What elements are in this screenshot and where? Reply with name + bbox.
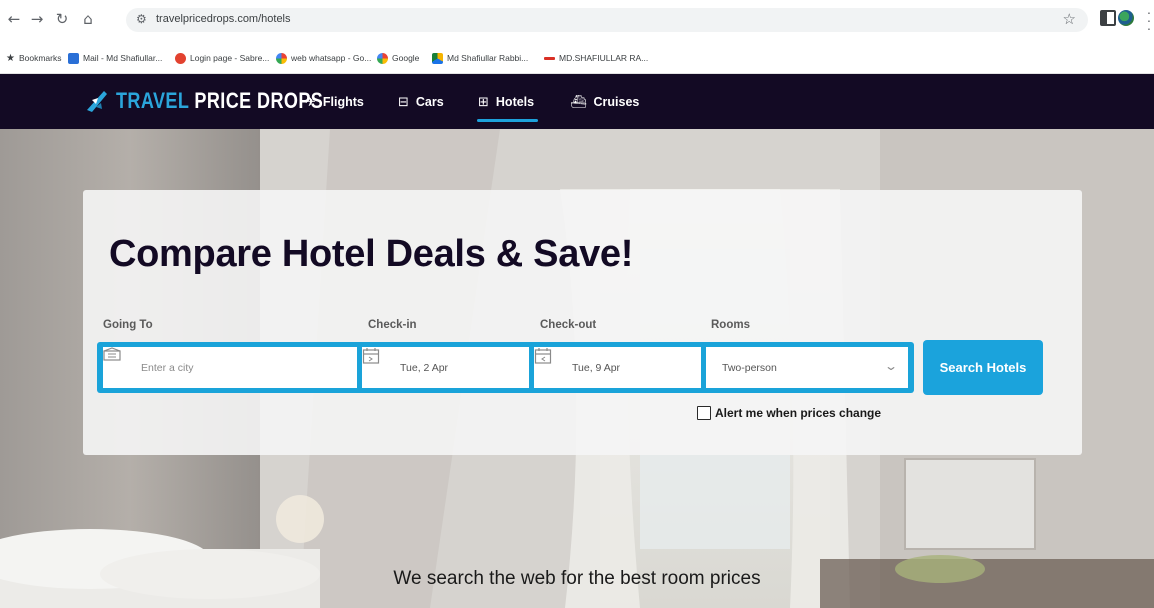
check-out-input[interactable]: Tue, 9 Apr — [534, 347, 701, 388]
check-out-value: Tue, 9 Apr — [572, 361, 621, 374]
check-out-label: Check-out — [540, 319, 597, 331]
chevron-down-icon: ⌄ — [883, 359, 899, 373]
bookmark-item[interactable]: Google — [377, 51, 419, 65]
bookmark-item[interactable]: Login page - Sabre... — [175, 51, 269, 65]
bookmark-item[interactable]: Mail - Md Shafiullar... — [68, 51, 162, 65]
logo-plane-icon — [87, 91, 107, 112]
check-in-label: Check-in — [368, 319, 417, 331]
price-alert-label: Alert me when prices change — [715, 406, 882, 420]
ship-icon: ⛴ — [570, 94, 587, 110]
calendar-icon — [534, 348, 564, 378]
search-panel: Compare Hotel Deals & Save! Going To Che… — [83, 190, 1082, 455]
site-navbar: TRAVEL PRICE DROPS ✈ Flights ⊟ Cars ⊞ Ho… — [0, 74, 1154, 129]
home-icon[interactable]: ⌂ — [78, 9, 98, 29]
car-icon: ⊟ — [398, 94, 409, 110]
rooms-value: Two-person — [722, 361, 777, 374]
bookmark-item[interactable]: MD.SHAFIULLAR RA... — [544, 51, 648, 65]
logo-wordmark: TRAVEL PRICE DROPS — [116, 88, 324, 113]
url-text[interactable]: travelpricedrops.com/hotels — [156, 13, 291, 25]
site-info-icon[interactable]: ⚙ — [136, 12, 147, 26]
nav-cars[interactable]: ⊟ Cars — [398, 91, 444, 113]
hotel-icon: ⊞ — [478, 94, 489, 110]
nav-flights[interactable]: ✈ Flights — [305, 91, 364, 113]
reload-icon[interactable]: ↻ — [52, 9, 72, 29]
check-in-value: Tue, 2 Apr — [400, 361, 449, 374]
profile-avatar-icon[interactable] — [1118, 10, 1134, 26]
city-building-icon — [103, 347, 133, 378]
back-arrow-icon[interactable]: ← — [4, 9, 24, 29]
google-icon — [377, 52, 388, 64]
mail-icon — [68, 52, 79, 64]
browser-toolbar: ← → ↻ ⌂ ⚙ travelpricedrops.com/hotels ☆ … — [0, 0, 1154, 40]
check-in-input[interactable]: Tue, 2 Apr — [362, 347, 529, 388]
price-alert-checkbox[interactable] — [697, 406, 711, 420]
address-bar[interactable]: ⚙ travelpricedrops.com/hotels ☆ — [126, 8, 1088, 32]
bookmark-item[interactable]: web whatsapp - Go... — [276, 51, 371, 65]
calendar-icon — [362, 348, 392, 378]
dash-icon — [544, 56, 555, 60]
page-title: Compare Hotel Deals & Save! — [109, 233, 634, 275]
rooms-select[interactable]: Two-person ⌄ — [706, 347, 908, 388]
sabre-icon — [175, 52, 186, 64]
active-tab-indicator — [477, 119, 538, 122]
search-hotels-button[interactable]: Search Hotels — [923, 340, 1043, 395]
drive-icon — [432, 52, 443, 64]
star-icon: ★ — [6, 52, 15, 64]
plane-icon: ✈ — [305, 94, 316, 110]
search-form: Enter a city Tue, 2 Apr Tue, 9 Apr Two-p… — [97, 342, 914, 393]
side-panel-icon[interactable] — [1100, 10, 1116, 26]
google-icon — [276, 52, 287, 64]
destination-input[interactable]: Enter a city — [103, 347, 357, 388]
rooms-label: Rooms — [711, 319, 750, 331]
going-to-label: Going To — [103, 319, 153, 331]
browser-menu-icon[interactable]: · · · — [1146, 5, 1152, 35]
price-alert-option[interactable]: Alert me when prices change — [697, 406, 881, 420]
forward-arrow-icon[interactable]: → — [27, 9, 47, 29]
tagline: We search the web for the best room pric… — [393, 568, 761, 589]
nav-cruises[interactable]: ⛴ Cruises — [570, 91, 639, 113]
bookmark-item[interactable]: Md Shafiullar Rabbi... — [432, 51, 528, 65]
destination-placeholder: Enter a city — [141, 361, 194, 374]
hero-section: Compare Hotel Deals & Save! Going To Che… — [0, 129, 1154, 608]
bookmarks-bar: ★ Bookmarks Mail - Md Shafiullar... Logi… — [0, 40, 1154, 74]
bookmark-item[interactable]: ★ Bookmarks — [6, 51, 61, 65]
nav-hotels[interactable]: ⊞ Hotels — [478, 91, 534, 113]
bookmark-star-icon[interactable]: ☆ — [1063, 10, 1076, 28]
